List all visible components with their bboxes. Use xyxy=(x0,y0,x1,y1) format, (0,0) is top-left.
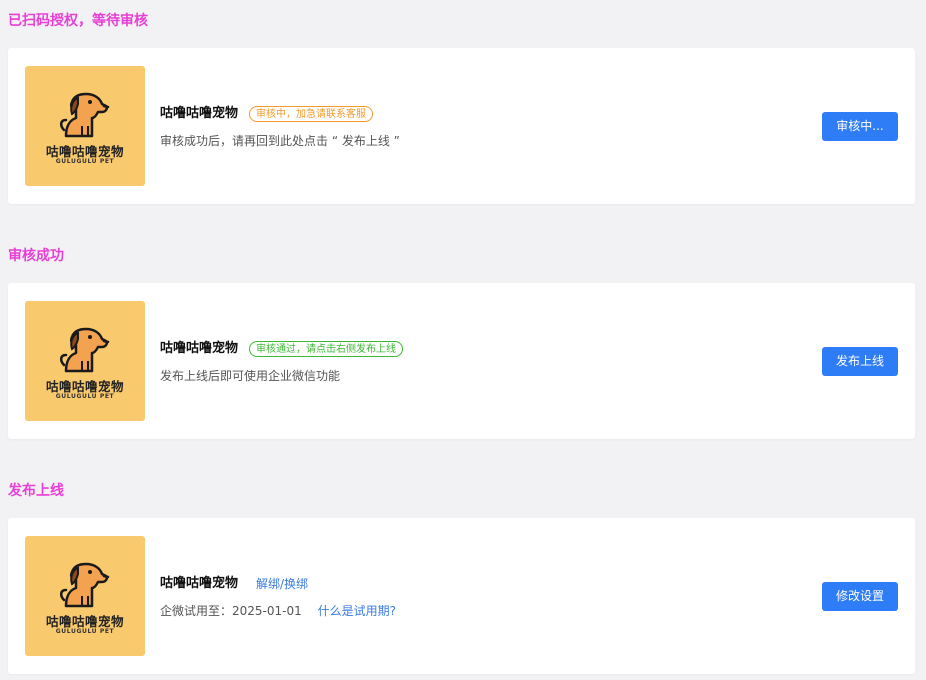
what-is-trial-link[interactable]: 什么是试用期? xyxy=(318,604,396,618)
app-card-pending: 咕噜咕噜宠物 GULUGULU PET 咕噜咕噜宠物 审核中，加急请联系客服 审… xyxy=(8,48,915,204)
app-card-approved: 咕噜咕噜宠物 GULUGULU PET 咕噜咕噜宠物 审核通过，请点击右侧发布上… xyxy=(8,283,915,439)
dog-icon xyxy=(60,327,110,373)
publish-button[interactable]: 发布上线 xyxy=(822,347,898,376)
logo-text-en: GULUGULU PET xyxy=(55,158,115,165)
app-logo: 咕噜咕噜宠物 GULUGULU PET xyxy=(25,301,145,421)
dog-icon xyxy=(60,92,110,138)
trial-expiry-label: 企微试用至：2025-01-01 xyxy=(160,604,302,618)
card-description: 发布上线后即可使用企业微信功能 xyxy=(160,369,341,383)
reviewing-button[interactable]: 审核中... xyxy=(822,112,898,141)
trial-expiry-text: 企微试用至：2025-01-01 什么是试用期? xyxy=(160,603,396,619)
section-title-published: 发布上线 xyxy=(8,483,64,499)
section-title-approved: 审核成功 xyxy=(8,248,64,264)
app-name: 咕噜咕噜宠物 xyxy=(160,106,239,121)
section-title-pending: 已扫码授权，等待审核 xyxy=(8,13,148,29)
app-name: 咕噜咕噜宠物 xyxy=(160,576,239,591)
unbind-rebind-link[interactable]: 解绑/换绑 xyxy=(256,576,308,592)
app-logo: 咕噜咕噜宠物 GULUGULU PET xyxy=(25,536,145,656)
logo-text-en: GULUGULU PET xyxy=(55,393,115,400)
status-badge: 审核中，加急请联系客服 xyxy=(249,106,373,122)
app-logo: 咕噜咕噜宠物 GULUGULU PET xyxy=(25,66,145,186)
dog-icon xyxy=(60,562,110,608)
logo-text-en: GULUGULU PET xyxy=(55,628,115,635)
app-name: 咕噜咕噜宠物 xyxy=(160,341,239,356)
card-description: 审核成功后，请再回到此处点击 “ 发布上线 ” xyxy=(160,134,400,148)
app-card-published: 咕噜咕噜宠物 GULUGULU PET 咕噜咕噜宠物 解绑/换绑 企微试用至：2… xyxy=(8,518,915,674)
status-badge: 审核通过，请点击右侧发布上线 xyxy=(249,341,403,357)
modify-settings-button[interactable]: 修改设置 xyxy=(822,582,898,611)
